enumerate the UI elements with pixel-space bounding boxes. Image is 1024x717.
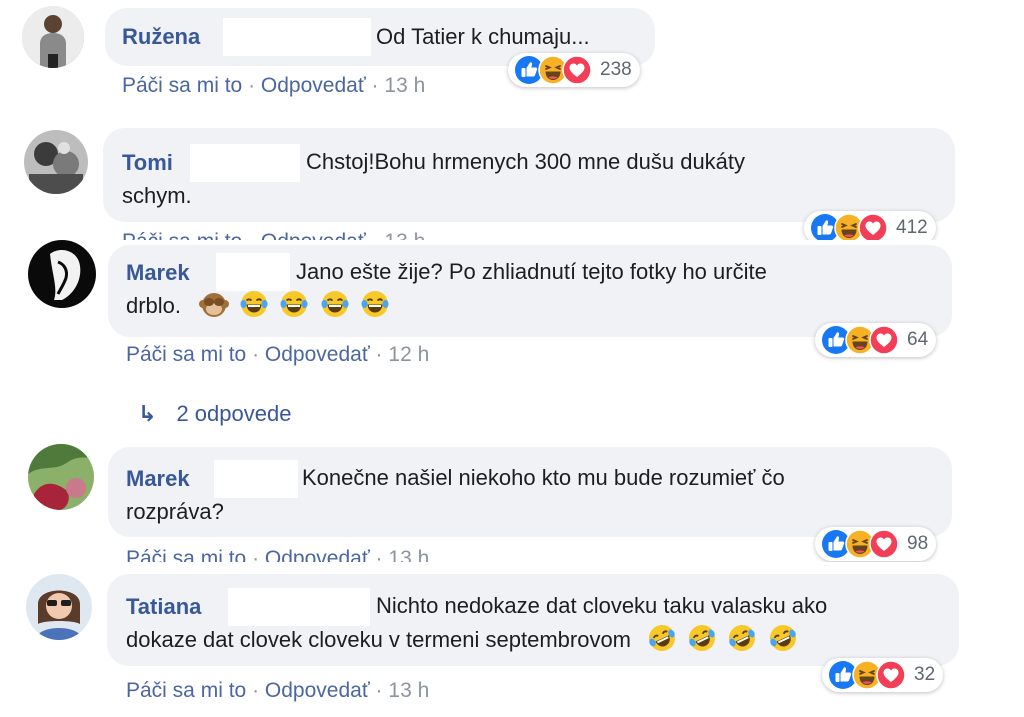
comment-tatiana: Tatiana Nichto nedokaze dat cloveku taku… [0, 562, 1024, 717]
reply-arrow-icon: ↳ [138, 401, 157, 426]
comment-text: Konečne našiel niekoho kto mu bude rozum… [126, 461, 785, 529]
reactions-badge[interactable]: 412 [804, 211, 936, 240]
love-icon [876, 660, 906, 690]
reply-link[interactable]: Odpovedať [265, 679, 370, 702]
separator: · [372, 230, 379, 240]
redacted-surname [223, 18, 371, 56]
separator: · [375, 679, 383, 702]
comment-line: Chstoj!Bohu hrmenych 300 mne dušu dukáty [306, 149, 746, 174]
separator: · [371, 74, 379, 97]
comment-text: Chstoj!Bohu hrmenych 300 mne dušu dukáty… [122, 145, 745, 213]
separator: · [248, 74, 256, 97]
love-icon [562, 55, 592, 85]
separator: · [375, 343, 383, 366]
comment-line: Konečne našiel niekoho kto mu bude rozum… [302, 465, 785, 490]
avatar[interactable] [24, 130, 88, 194]
replies-count: 2 odpovede [176, 401, 292, 426]
comment-line: drblo. [126, 289, 767, 323]
separator: · [252, 679, 260, 702]
comment-text: Jano ešte žije? Po zhliadnutí tejto fotk… [126, 255, 767, 323]
laughing-crying-icon [279, 289, 309, 319]
comment-line: schym. [122, 183, 192, 208]
comment-actions: Páči sa mi to · Odpovedať · 13 h [126, 679, 429, 703]
comment-tomi: Tomi Chstoj!Bohu hrmenych 300 mne dušu d… [0, 112, 1000, 240]
rolling-on-floor-laughing-icon [647, 623, 677, 653]
author-name[interactable]: Ružena [122, 24, 200, 50]
reaction-count: 238 [600, 59, 632, 80]
comment-text: Od Tatier k chumaju... [376, 20, 590, 54]
rolling-on-floor-laughing-icon [687, 623, 717, 653]
laughing-crying-icon [320, 289, 350, 319]
timestamp[interactable]: 12 h [388, 343, 429, 366]
timestamp[interactable]: 13 h [384, 230, 425, 240]
see-no-evil-monkey-icon [199, 289, 229, 319]
comment-line: Nichto nedokaze dat cloveku taku valasku… [376, 593, 828, 618]
separator: · [248, 230, 255, 240]
comment-actions: Páči sa mi to · Odpovedať · 13 h [122, 230, 425, 240]
reactions-badge[interactable]: 98 [815, 527, 937, 561]
reactions-badge[interactable]: 32 [822, 658, 944, 692]
comment-line-text: drblo. [126, 293, 182, 318]
like-link[interactable]: Páči sa mi to [122, 74, 242, 97]
rolling-on-floor-laughing-icon [768, 623, 798, 653]
comment-line: Jano ešte žije? Po zhliadnutí tejto fotk… [296, 259, 767, 284]
reaction-count: 32 [914, 664, 936, 685]
rolling-on-floor-laughing-icon [727, 623, 757, 653]
like-link[interactable]: Páči sa mi to [126, 343, 246, 366]
comment-actions: Páči sa mi to · Odpovedať · 13 h [122, 74, 425, 98]
like-link[interactable]: Páči sa mi to [122, 230, 242, 240]
comment-actions: Páči sa mi to · Odpovedať · 13 h [126, 547, 429, 562]
comment-marek-2: Marek Konečne našiel niekoho kto mu bude… [0, 440, 1024, 562]
reply-link[interactable]: Odpovedať [265, 547, 370, 562]
love-icon [869, 325, 899, 355]
comment-line-text: dokaze dat clovek cloveku v termeni sept… [126, 627, 632, 652]
avatar[interactable] [28, 240, 96, 308]
love-icon [869, 529, 899, 559]
comment-line: dokaze dat clovek cloveku v termeni sept… [126, 623, 827, 657]
view-replies-link[interactable]: ↳ 2 odpovede [138, 401, 291, 427]
reply-link[interactable]: Odpovedať [265, 343, 370, 366]
reactions-badge[interactable]: 238 [508, 53, 640, 87]
comment-text: Nichto nedokaze dat cloveku taku valasku… [126, 589, 827, 657]
laughing-crying-icon [360, 289, 390, 319]
comment-ruzena: Ružena Od Tatier k chumaju... Páči sa mi… [0, 0, 700, 112]
avatar[interactable] [22, 6, 84, 68]
reply-link[interactable]: Odpovedať [261, 74, 366, 97]
like-link[interactable]: Páči sa mi to [126, 679, 246, 702]
reaction-count: 98 [907, 533, 929, 554]
timestamp[interactable]: 13 h [388, 679, 429, 702]
comment-marek-1: Marek Jano ešte žije? Po zhliadnutí tejt… [0, 240, 1024, 440]
comment-line: rozpráva? [126, 499, 224, 524]
separator: · [252, 343, 260, 366]
separator: · [375, 547, 383, 562]
laughing-crying-icon [239, 289, 269, 319]
reply-link[interactable]: Odpovedať [261, 230, 366, 240]
reaction-count: 64 [907, 329, 929, 350]
comment-line: Od Tatier k chumaju... [376, 24, 590, 49]
timestamp[interactable]: 13 h [388, 547, 429, 562]
reactions-badge[interactable]: 64 [815, 323, 937, 357]
love-icon [858, 213, 888, 240]
comment-actions: Páči sa mi to · Odpovedať · 12 h [126, 343, 429, 367]
avatar[interactable] [26, 574, 92, 640]
like-link[interactable]: Páči sa mi to [126, 547, 246, 562]
reaction-count: 412 [896, 217, 928, 238]
separator: · [252, 547, 260, 562]
avatar[interactable] [28, 444, 94, 510]
timestamp[interactable]: 13 h [384, 74, 425, 97]
